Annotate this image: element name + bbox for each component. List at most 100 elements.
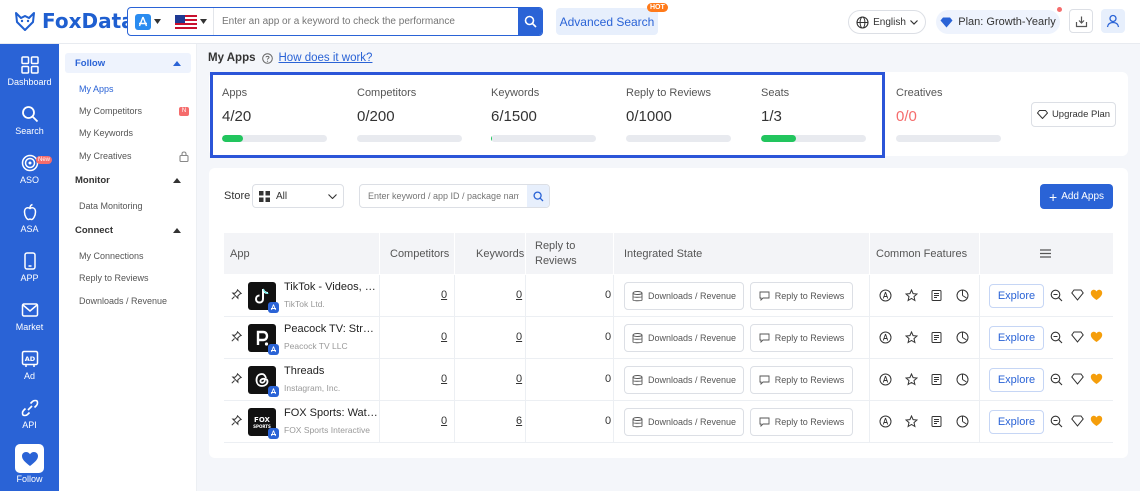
competitors-count[interactable]: 0 [441, 415, 447, 427]
app-name[interactable]: TikTok - Videos, Shop & LIVE [284, 281, 379, 293]
subnav-data-monitoring[interactable]: Data Monitoring [79, 198, 189, 214]
help-icon[interactable] [261, 52, 273, 64]
global-search-button[interactable] [518, 8, 542, 35]
pin-icon[interactable] [231, 415, 242, 426]
reply-to-reviews-button[interactable]: Reply to Reviews [750, 366, 853, 394]
heart-icon[interactable] [1090, 373, 1103, 385]
pie-chart-icon[interactable] [956, 373, 969, 386]
subnav-downloads-revenue[interactable]: Downloads / Revenue [79, 293, 189, 309]
subnav-my-creatives[interactable]: My Creatives [79, 148, 189, 164]
user-avatar-button[interactable] [1101, 9, 1125, 33]
downloads-revenue-button[interactable]: Downloads / Revenue [624, 324, 744, 352]
star-icon[interactable] [905, 373, 918, 386]
diamond-icon[interactable] [1071, 415, 1084, 427]
app-icon[interactable] [248, 324, 279, 355]
downloads-revenue-button[interactable]: Downloads / Revenue [624, 282, 744, 310]
explore-button[interactable]: Explore [989, 284, 1044, 308]
competitors-count[interactable]: 0 [441, 289, 447, 301]
reply-to-reviews-button[interactable]: Reply to Reviews [750, 408, 853, 436]
competitors-count[interactable]: 0 [441, 373, 447, 385]
star-icon[interactable] [905, 289, 918, 302]
download-button[interactable] [1069, 9, 1093, 33]
language-selector[interactable]: English [848, 10, 926, 34]
subnav-my-keywords[interactable]: My Keywords [79, 125, 189, 141]
global-search-input[interactable] [214, 8, 518, 35]
app-icon[interactable] [248, 282, 279, 313]
subnav-follow-header[interactable]: Follow [65, 53, 191, 73]
upgrade-plan-button[interactable]: Upgrade Plan [1031, 102, 1116, 127]
keywords-count[interactable]: 0 [516, 373, 522, 385]
diamond-icon[interactable] [1071, 289, 1084, 301]
pie-chart-icon[interactable] [956, 331, 969, 344]
pie-chart-icon[interactable] [956, 289, 969, 302]
column-settings-button[interactable] [1040, 233, 1051, 274]
heart-icon[interactable] [1090, 331, 1103, 343]
subnav-my-apps[interactable]: My Apps [79, 81, 189, 97]
app-name[interactable]: Peacock TV: Stream TV & Movies [284, 323, 379, 335]
downloads-revenue-button[interactable]: Downloads / Revenue [624, 366, 744, 394]
heart-icon[interactable] [1090, 289, 1103, 301]
nav-market[interactable]: Market [0, 301, 59, 347]
nav-dashboard[interactable]: Dashboard [0, 56, 59, 102]
nav-ad[interactable]: AD Ad [0, 350, 59, 396]
explore-button[interactable]: Explore [989, 326, 1044, 350]
subnav-monitor-header[interactable]: Monitor [65, 170, 191, 190]
app-name[interactable]: FOX Sports: Watch Live [284, 407, 379, 419]
aso-feature-icon[interactable] [879, 331, 892, 344]
keywords-count[interactable]: 6 [516, 415, 522, 427]
how-does-it-work-link[interactable]: How does it work? [279, 52, 373, 64]
heart-icon[interactable] [1090, 415, 1103, 427]
star-icon[interactable] [905, 331, 918, 344]
store-filter-select[interactable]: All [252, 184, 344, 208]
keywords-count[interactable]: 0 [516, 331, 522, 343]
zoom-out-icon[interactable] [1050, 373, 1063, 386]
aso-feature-icon[interactable] [879, 415, 892, 428]
nav-asa[interactable]: ASA [0, 203, 59, 249]
reply-to-reviews-button[interactable]: Reply to Reviews [750, 282, 853, 310]
explore-button[interactable]: Explore [989, 410, 1044, 434]
star-icon[interactable] [905, 415, 918, 428]
app-icon[interactable] [248, 366, 279, 397]
zoom-out-icon[interactable] [1050, 289, 1063, 302]
pie-chart-icon[interactable] [956, 415, 969, 428]
app-name[interactable]: Threads [284, 365, 379, 377]
aso-feature-icon[interactable] [879, 289, 892, 302]
col-divider [613, 275, 614, 317]
app-filter-input[interactable] [360, 185, 527, 207]
subnav-connect-header[interactable]: Connect [65, 220, 191, 240]
nav-app[interactable]: APP [0, 252, 59, 298]
aso-feature-icon[interactable] [879, 373, 892, 386]
pin-icon[interactable] [231, 373, 242, 384]
report-icon[interactable] [930, 289, 943, 302]
advanced-search-button[interactable]: Advanced Search [556, 8, 658, 35]
nav-api[interactable]: API [0, 399, 59, 445]
logo[interactable]: FoxData [14, 9, 135, 33]
downloads-revenue-button[interactable]: Downloads / Revenue [624, 408, 744, 436]
zoom-out-icon[interactable] [1050, 331, 1063, 344]
diamond-icon[interactable] [1071, 373, 1084, 385]
pin-icon[interactable] [231, 331, 242, 342]
keywords-count[interactable]: 0 [516, 289, 522, 301]
report-icon[interactable] [930, 331, 943, 344]
app-icon[interactable]: FOX SPORTS [248, 408, 279, 439]
reply-to-reviews-button[interactable]: Reply to Reviews [750, 324, 853, 352]
report-icon[interactable] [930, 373, 943, 386]
diamond-icon[interactable] [1071, 331, 1084, 343]
store-selector[interactable] [128, 8, 168, 35]
add-apps-button[interactable]: + Add Apps [1040, 184, 1113, 209]
app-filter-search-button[interactable] [527, 185, 549, 207]
nav-follow-active-bg[interactable] [15, 444, 44, 473]
report-icon[interactable] [930, 415, 943, 428]
plan-badge[interactable]: Plan: Growth-Yearly [936, 10, 1060, 34]
zoom-out-icon[interactable] [1050, 415, 1063, 428]
subnav-my-connections[interactable]: My Connections [79, 248, 189, 264]
nav-follow[interactable]: Follow [0, 474, 59, 490]
nav-aso[interactable]: ASO New [0, 154, 59, 200]
explore-button[interactable]: Explore [989, 368, 1044, 392]
subnav-reply-to-reviews[interactable]: Reply to Reviews [79, 270, 189, 286]
country-selector[interactable] [168, 8, 214, 35]
subnav-my-competitors[interactable]: My Competitors N [79, 103, 189, 119]
competitors-count[interactable]: 0 [441, 331, 447, 343]
pin-icon[interactable] [231, 289, 242, 300]
nav-search[interactable]: Search [0, 105, 59, 151]
